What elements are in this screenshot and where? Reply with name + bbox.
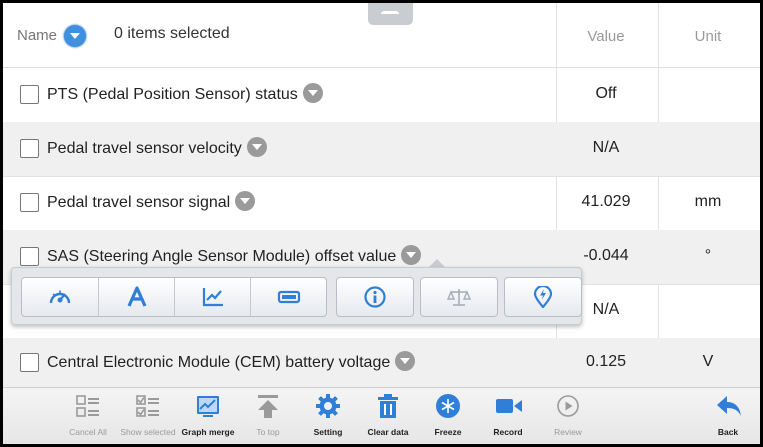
gauge-icon — [49, 290, 71, 304]
value-column-header: Value — [587, 28, 625, 45]
list-icon — [76, 395, 99, 417]
location-group — [504, 277, 582, 317]
bottom-toolbar: Cancel All Show selected Graph merge To … — [3, 387, 760, 444]
parameter-dropdown-icon[interactable] — [246, 137, 267, 157]
table-row[interactable]: Central Electronic Module (CEM) battery … — [3, 338, 760, 388]
parameter-value: 0.125 — [585, 353, 627, 370]
row-checkbox[interactable] — [20, 247, 39, 266]
text-icon — [127, 286, 147, 307]
parameter-dropdown-icon[interactable] — [302, 83, 323, 103]
name-sort-dropdown-icon[interactable] — [64, 25, 86, 47]
row-checkbox[interactable] — [20, 353, 39, 372]
parameter-value: 41.029 — [581, 193, 631, 210]
parameter-dropdown-icon[interactable] — [395, 351, 416, 371]
table-header: Name 0 items selected Value Unit — [3, 3, 760, 387]
selection-count: 0 items selected — [114, 25, 230, 42]
row-checkbox[interactable] — [20, 139, 39, 158]
row-checkbox[interactable] — [20, 193, 39, 212]
gear-icon — [316, 394, 340, 418]
gauge-mode-button[interactable] — [22, 278, 97, 316]
data-stream-screen: Name 0 items selected Value Unit PTS (Pe… — [3, 3, 760, 444]
graph-merge-icon — [197, 396, 219, 417]
display-mode-group — [21, 277, 327, 317]
parameter-name: Central Electronic Module (CEM) battery … — [47, 351, 416, 373]
parameter-name: PTS (Pedal Position Sensor) status — [47, 83, 323, 105]
name-column-header[interactable]: Name — [17, 27, 57, 44]
play-icon — [557, 395, 579, 417]
line-graph-icon — [202, 288, 223, 307]
table-row[interactable]: PTS (Pedal Position Sensor) status Off — [3, 68, 760, 123]
video-camera-icon — [496, 399, 522, 413]
toolbar-label: Back — [717, 427, 739, 437]
toolbar-label: Review — [554, 427, 582, 437]
balance-scale-icon — [447, 289, 471, 306]
table-row[interactable]: Pedal travel sensor velocity N/A — [3, 122, 760, 177]
parameter-value: Off — [595, 85, 617, 102]
parameter-dropdown-icon[interactable] — [235, 191, 256, 211]
graph-mode-button[interactable] — [174, 278, 250, 316]
row-checkbox[interactable] — [20, 85, 39, 104]
parameter-unit: V — [702, 353, 714, 370]
compare-button[interactable] — [421, 278, 496, 316]
map-pin-icon — [533, 286, 553, 308]
parameter-name: Pedal travel sensor velocity — [47, 137, 267, 159]
back-button[interactable]: Back — [698, 388, 758, 444]
trash-icon — [378, 394, 398, 418]
info-group — [336, 277, 414, 317]
collapse-handle[interactable] — [368, 3, 413, 25]
review-button[interactable]: Review — [538, 388, 598, 444]
checklist-icon — [136, 395, 159, 417]
parameter-value: -0.044 — [583, 247, 629, 264]
parameter-unit: ° — [704, 247, 712, 264]
info-icon — [364, 286, 386, 308]
table-row[interactable]: Pedal travel sensor signal 41.029 mm — [3, 176, 760, 231]
compare-group — [420, 277, 498, 317]
location-button[interactable] — [505, 278, 580, 316]
parameter-value: N/A — [592, 139, 620, 156]
unit-column-header: Unit — [694, 28, 722, 45]
digital-bar-icon — [277, 290, 301, 304]
parameter-unit: mm — [694, 193, 722, 210]
to-top-icon — [258, 395, 278, 418]
parameter-dropdown-icon[interactable] — [401, 245, 422, 265]
parameter-name: SAS (Steering Angle Sensor Module) offse… — [47, 245, 422, 267]
text-mode-button[interactable] — [98, 278, 174, 316]
snowflake-icon — [436, 394, 460, 418]
parameter-name: Pedal travel sensor signal — [47, 191, 256, 213]
info-button[interactable] — [337, 278, 412, 316]
back-arrow-icon — [717, 396, 741, 416]
display-mode-popup — [11, 267, 582, 325]
digital-mode-button[interactable] — [250, 278, 326, 316]
